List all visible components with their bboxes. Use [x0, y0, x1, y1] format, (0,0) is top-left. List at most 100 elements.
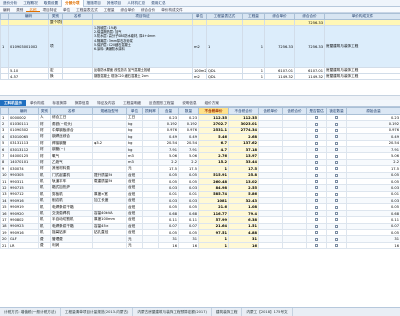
checkbox[interactable] — [315, 141, 318, 145]
resource-cell[interactable] — [282, 241, 307, 250]
checkbox[interactable] — [315, 192, 318, 196]
resource-column-header[interactable]: 数量 — [178, 107, 199, 115]
resource-cell[interactable] — [326, 241, 347, 250]
top-tab[interactable]: 措施项目 — [84, 0, 104, 7]
checkbox[interactable] — [335, 237, 338, 241]
sub-header-tab[interactable]: 单位 — [60, 7, 73, 12]
resource-column-header[interactable]: 含量 — [158, 107, 179, 115]
checkbox[interactable] — [315, 167, 318, 171]
boq-row[interactable]: 1 010903001002 项 1.找坡层: 1%砂 2.保温隔热层: 加气 3.防… — [0, 25, 400, 68]
checkbox[interactable] — [335, 212, 338, 216]
checkbox[interactable] — [335, 160, 338, 164]
resource-column-header[interactable]: 损耗率 — [142, 107, 159, 115]
resource-cell[interactable]: LR — [8, 241, 39, 250]
detail-tab[interactable]: 说明信息 — [178, 100, 200, 106]
top-tab[interactable]: 分部分项 — [61, 0, 84, 7]
checkbox[interactable] — [315, 135, 318, 139]
checkbox[interactable] — [335, 116, 338, 120]
checkbox[interactable] — [335, 122, 338, 126]
checkbox[interactable] — [335, 244, 338, 247]
resource-cell[interactable]: 16 — [346, 241, 400, 250]
checkbox[interactable] — [335, 199, 338, 203]
resource-column-header[interactable]: 名称 — [50, 107, 93, 115]
checkbox[interactable] — [335, 173, 338, 177]
checkbox[interactable] — [315, 148, 318, 152]
checkbox[interactable] — [315, 224, 318, 228]
checkbox[interactable] — [335, 148, 338, 152]
detail-tab[interactable]: 特征及内容 — [93, 100, 119, 106]
boq-cell-expr[interactable]: 1 — [206, 25, 243, 68]
checkbox[interactable] — [315, 173, 318, 177]
checkbox[interactable] — [315, 212, 318, 216]
detail-tab[interactable]: 组价方案 — [201, 100, 223, 106]
checkbox[interactable] — [335, 224, 338, 228]
boq-cell-desc[interactable]: 钢筋混凝土 现浇C20 细石混凝土 2cm — [92, 73, 193, 80]
checkbox[interactable] — [315, 231, 318, 235]
boq-row[interactable]: 4-57 换钢筋混凝土 现浇C20 细石混凝土 2cm m2 QDL 1 1149.32 1… — [0, 73, 400, 80]
checkbox[interactable] — [315, 128, 318, 132]
resource-cell[interactable] — [92, 241, 127, 250]
resource-column-header[interactable]: 锁定数量 — [326, 107, 347, 115]
sub-header-tab[interactable]: 工程量 — [101, 7, 118, 12]
resource-cell[interactable] — [258, 241, 283, 250]
resource-cell[interactable]: 16 — [178, 241, 199, 250]
checkbox[interactable] — [315, 244, 318, 247]
checkbox[interactable] — [315, 199, 318, 203]
resource-cell[interactable] — [142, 241, 159, 250]
checkbox[interactable] — [315, 237, 318, 241]
checkbox[interactable] — [335, 180, 338, 184]
sub-header-tab[interactable]: 单价构成文件 — [158, 7, 186, 12]
resource-column-header[interactable]: 单位 — [126, 107, 143, 115]
checkbox[interactable] — [335, 167, 338, 171]
top-tab[interactable]: 其他项目 — [104, 0, 124, 7]
resource-cell[interactable]: 元 — [126, 241, 143, 250]
resource-column-header[interactable]: 规格及型号 — [92, 107, 127, 115]
top-tab[interactable]: 费用汇总 — [148, 0, 168, 7]
resource-row[interactable]: 21 LR 费利润元 16 16 1 16 16 — [0, 241, 400, 250]
checkbox[interactable] — [335, 154, 338, 158]
checkbox[interactable] — [335, 186, 338, 190]
sub-header-tab[interactable]: 项目特征 — [40, 7, 60, 12]
detail-tab[interactable]: 换算信息 — [71, 100, 93, 106]
sub-header-tab[interactable]: 编码 — [0, 7, 13, 12]
resource-cell[interactable]: 费 — [38, 241, 51, 250]
sub-header-tab[interactable]: 综合单价 — [117, 7, 137, 12]
detail-tab[interactable]: 反查图形工程量 — [145, 100, 178, 106]
checkbox[interactable] — [315, 160, 318, 164]
detail-tab[interactable]: 工料机显示 — [0, 100, 26, 106]
resource-column-header[interactable]: 不含税合价 — [228, 107, 259, 115]
checkbox[interactable] — [335, 192, 338, 196]
checkbox[interactable] — [315, 154, 318, 158]
detail-tab[interactable]: 标准换算 — [48, 100, 70, 106]
sub-header-tab[interactable]: 工程量表达式 — [73, 7, 101, 12]
checkbox[interactable] — [335, 231, 338, 235]
top-tab[interactable]: 造价分析 — [0, 0, 20, 7]
sub-header-tab[interactable]: 名称 — [26, 7, 40, 12]
checkbox[interactable] — [335, 141, 338, 145]
checkbox[interactable] — [315, 122, 318, 126]
resource-cell[interactable]: 利润 — [50, 241, 93, 250]
resource-cell[interactable] — [306, 241, 327, 250]
checkbox[interactable] — [335, 218, 338, 222]
sub-header-tab[interactable]: 综合合价 — [138, 7, 158, 12]
checkbox[interactable] — [315, 205, 318, 209]
resource-column-header[interactable]: 类别 — [38, 107, 51, 115]
detail-tab[interactable]: 单价构成 — [26, 100, 48, 106]
resource-column-header[interactable] — [0, 107, 9, 115]
checkbox[interactable] — [335, 135, 338, 139]
resource-cell[interactable]: 16 — [158, 241, 179, 250]
resource-cell[interactable]: 1 — [198, 241, 229, 250]
top-tab[interactable]: 取费设置 — [41, 0, 61, 7]
checkbox[interactable] — [335, 128, 338, 132]
resource-column-header[interactable]: 原始含量 — [346, 107, 400, 115]
boq-cell-expr[interactable]: QDL — [206, 73, 243, 80]
resource-column-header[interactable]: 不含税单价 — [198, 107, 229, 115]
top-tab[interactable]: 工程概况 — [20, 0, 40, 7]
checkbox[interactable] — [315, 116, 318, 120]
resource-column-header[interactable]: 含税单价 — [258, 107, 283, 115]
boq-cell-desc[interactable]: 1.找坡层: 1%砂 2.保温隔热层: 加气 3.防水层: 高分子SBS防水卷材… — [92, 25, 193, 68]
resource-column-header[interactable]: 是否暂估 — [306, 107, 327, 115]
checkbox[interactable] — [315, 186, 318, 190]
resource-cell[interactable]: 16 — [228, 241, 259, 250]
resource-column-header[interactable]: 编码 — [8, 107, 39, 115]
